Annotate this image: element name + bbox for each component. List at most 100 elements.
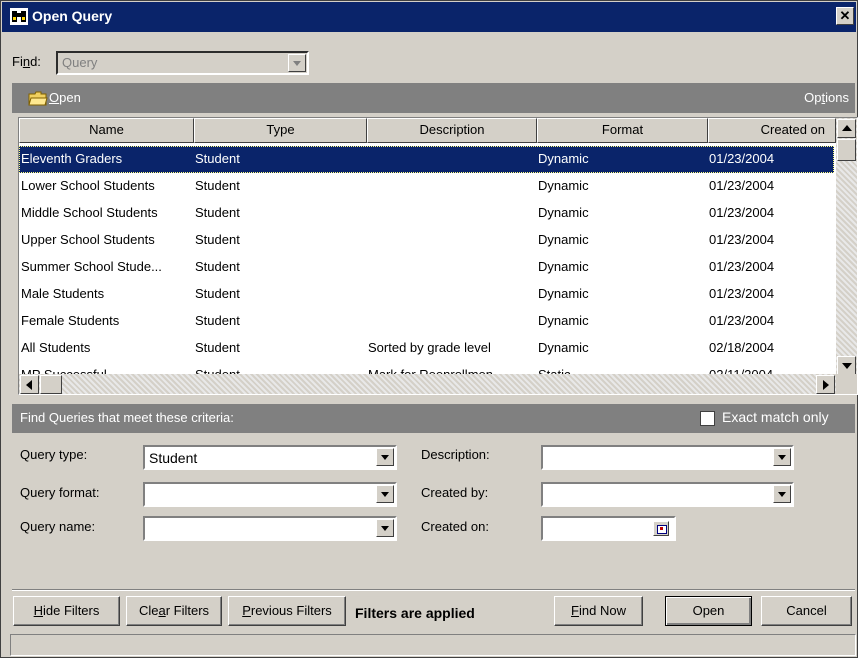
- cell-created: 01/23/2004: [709, 151, 775, 166]
- cell-type: Student: [195, 286, 240, 301]
- cell-type: Student: [195, 205, 240, 220]
- folder-open-icon: [28, 91, 48, 106]
- cell-type: Student: [195, 340, 240, 355]
- chevron-down-icon[interactable]: [773, 485, 791, 503]
- column-header-description[interactable]: Description: [367, 118, 537, 143]
- find-now-button[interactable]: Find Now: [554, 596, 643, 626]
- cell-format: Dynamic: [538, 178, 589, 193]
- table-row[interactable]: Summer School Stude... Student Dynamic 0…: [19, 254, 834, 281]
- cell-created: 01/23/2004: [709, 259, 775, 274]
- cell-name: Lower School Students: [21, 178, 155, 193]
- clear-filters-button[interactable]: Clear Filters: [126, 596, 222, 626]
- cell-type: Student: [195, 259, 240, 274]
- cell-format: Dynamic: [538, 286, 589, 301]
- description-label: Description:: [421, 447, 490, 462]
- find-value: Query: [62, 55, 98, 70]
- horizontal-scroll-thumb[interactable]: [40, 375, 62, 394]
- column-header-name[interactable]: Name: [19, 118, 194, 143]
- created-by-label: Created by:: [421, 485, 489, 500]
- cell-type: Student: [195, 313, 240, 328]
- cell-type: Student: [195, 178, 240, 193]
- cell-type: Student: [195, 151, 240, 166]
- cancel-button[interactable]: Cancel: [761, 596, 852, 626]
- created-by-select[interactable]: [541, 482, 794, 507]
- close-button[interactable]: ✕: [836, 7, 854, 25]
- find-select[interactable]: Query: [56, 51, 309, 75]
- filters-status-text: Filters are applied: [355, 605, 475, 621]
- cell-name: Eleventh Graders: [21, 151, 123, 166]
- scroll-up-icon[interactable]: [837, 119, 856, 138]
- find-label: Find:: [12, 54, 41, 69]
- table-row[interactable]: Lower School Students Student Dynamic 01…: [19, 173, 834, 200]
- query-list[interactable]: Name Type Description Format Created on …: [18, 117, 858, 395]
- chevron-down-icon[interactable]: [376, 448, 394, 466]
- table-row[interactable]: All Students Student Sorted by grade lev…: [19, 335, 834, 362]
- cell-created: 01/23/2004: [709, 286, 775, 301]
- table-row[interactable]: Eleventh Graders Student Dynamic 01/23/2…: [19, 146, 834, 173]
- cell-created: 01/23/2004: [709, 232, 775, 247]
- cell-format: Dynamic: [538, 151, 589, 166]
- cell-created: 01/23/2004: [709, 178, 775, 193]
- cell-format: Dynamic: [538, 259, 589, 274]
- cell-description: Sorted by grade level: [368, 340, 491, 355]
- scroll-down-icon[interactable]: [837, 356, 856, 375]
- cell-type: Student: [195, 232, 240, 247]
- table-row[interactable]: Middle School Students Student Dynamic 0…: [19, 200, 834, 227]
- binoculars-icon: [10, 8, 28, 25]
- horizontal-scrollbar[interactable]: [19, 374, 836, 394]
- created-on-field[interactable]: [541, 516, 676, 541]
- query-format-select[interactable]: [143, 482, 397, 507]
- open-query-dialog: Open Query ✕ Find: Query Open Options Na…: [0, 0, 858, 658]
- exact-match-checkbox[interactable]: [700, 411, 715, 426]
- cell-name: Summer School Stude...: [21, 259, 162, 274]
- cell-name: Female Students: [21, 313, 120, 328]
- column-header-format[interactable]: Format: [537, 118, 708, 143]
- cell-name: Middle School Students: [21, 205, 158, 220]
- column-header-created-on[interactable]: Created on: [708, 118, 836, 143]
- hide-filters-button[interactable]: Hide Filters: [13, 596, 120, 626]
- calendar-icon[interactable]: [653, 521, 669, 536]
- close-icon: ✕: [839, 8, 851, 23]
- scrollbar-corner: [836, 374, 857, 394]
- cell-format: Dynamic: [538, 205, 589, 220]
- cell-format: Dynamic: [538, 313, 589, 328]
- scroll-right-icon[interactable]: [816, 375, 835, 394]
- column-header-type[interactable]: Type: [194, 118, 367, 143]
- open-button[interactable]: Open: [665, 596, 752, 626]
- query-format-label: Query format:: [20, 485, 100, 500]
- title-bar[interactable]: Open Query ✕: [2, 2, 856, 32]
- query-name-select[interactable]: [143, 516, 397, 541]
- open-toolbar-button[interactable]: Open: [49, 90, 81, 105]
- open-toolbar: Open Options: [12, 83, 855, 113]
- previous-filters-button[interactable]: Previous Filters: [228, 596, 346, 626]
- criteria-header: Find Queries that meet these criteria:: [20, 410, 234, 425]
- cell-created: 01/23/2004: [709, 205, 775, 220]
- cell-name: All Students: [21, 340, 91, 355]
- status-bar: [10, 634, 856, 656]
- cell-format: Dynamic: [538, 340, 589, 355]
- chevron-down-icon[interactable]: [773, 448, 791, 466]
- created-on-label: Created on:: [421, 519, 489, 534]
- chevron-down-icon[interactable]: [376, 519, 394, 537]
- criteria-bar: Find Queries that meet these criteria: E…: [12, 404, 855, 433]
- table-row[interactable]: Male Students Student Dynamic 01/23/2004: [19, 281, 834, 308]
- cell-name: Male Students: [21, 286, 105, 301]
- query-type-value: Student: [149, 450, 198, 466]
- window-title: Open Query: [32, 8, 113, 24]
- chevron-down-icon[interactable]: [288, 54, 306, 72]
- exact-match-label: Exact match only: [722, 409, 829, 425]
- table-row[interactable]: Female Students Student Dynamic 01/23/20…: [19, 308, 834, 335]
- chevron-down-icon[interactable]: [376, 485, 394, 503]
- cell-format: Dynamic: [538, 232, 589, 247]
- query-type-select[interactable]: Student: [143, 445, 397, 470]
- scroll-left-icon[interactable]: [20, 375, 39, 394]
- description-select[interactable]: [541, 445, 794, 470]
- options-button[interactable]: Options: [804, 90, 849, 105]
- vertical-scrollbar[interactable]: [836, 118, 857, 376]
- query-type-label: Query type:: [20, 447, 88, 462]
- cell-name: Upper School Students: [21, 232, 155, 247]
- table-row[interactable]: Upper School Students Student Dynamic 01…: [19, 227, 834, 254]
- vertical-scroll-thumb[interactable]: [837, 139, 856, 161]
- cell-created: 01/23/2004: [709, 313, 775, 328]
- cell-created: 02/18/2004: [709, 340, 775, 355]
